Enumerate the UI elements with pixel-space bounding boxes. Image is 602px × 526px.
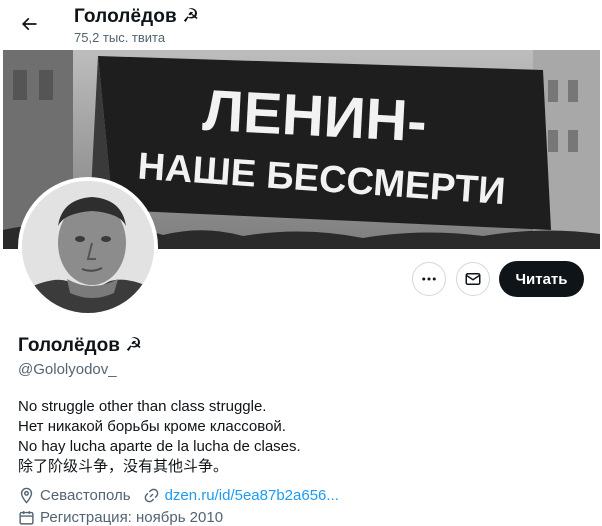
banner-text-line1: ЛЕНИН- xyxy=(201,78,428,155)
profile-name: Гололёдов ☭ xyxy=(18,335,143,356)
follow-button[interactable]: Читать xyxy=(499,261,584,297)
envelope-icon xyxy=(465,273,481,285)
bio-line: 除了阶级斗争，没有其他斗争。 xyxy=(18,458,229,475)
location-pin-icon xyxy=(20,487,33,504)
website-link[interactable]: dzen.ru/id/5ea87b2a656... xyxy=(165,487,339,504)
more-button[interactable] xyxy=(412,262,446,296)
message-button[interactable] xyxy=(456,262,490,296)
tweet-count: 75,2 тыс. твита xyxy=(74,30,166,45)
arrow-left-icon xyxy=(21,17,37,31)
joined-item: Регистрация: ноябрь 2010 xyxy=(18,509,223,526)
joined-text: Регистрация: ноябрь 2010 xyxy=(40,509,224,526)
calendar-icon xyxy=(19,511,34,525)
bio-line: No hay lucha aparte de la lucha de clase… xyxy=(18,438,301,455)
website-item: dzen.ru/id/5ea87b2a656... xyxy=(143,487,339,504)
bio-line: No struggle other than class struggle. xyxy=(18,398,267,415)
header-title: Гололёдов ☭ xyxy=(74,6,200,27)
more-horizontal-icon xyxy=(422,277,436,281)
avatar[interactable] xyxy=(18,177,158,317)
avatar-photo xyxy=(22,181,154,313)
bio-line: Нет никакой борьбы кроме классовой. xyxy=(18,418,286,435)
back-button[interactable] xyxy=(14,9,44,39)
profile-bio: No struggle other than class struggle. Н… xyxy=(18,397,301,477)
link-icon xyxy=(144,488,158,503)
profile-meta: Севастополь dzen.ru/id/5ea87b2a656... xyxy=(18,487,351,504)
profile-header-bar: Гололёдов ☭ 75,2 тыс. твита xyxy=(0,0,602,50)
location-text: Севастополь xyxy=(40,487,131,504)
profile-handle: @Gololyodov_ xyxy=(18,361,117,378)
location-item: Севастополь xyxy=(18,487,131,504)
